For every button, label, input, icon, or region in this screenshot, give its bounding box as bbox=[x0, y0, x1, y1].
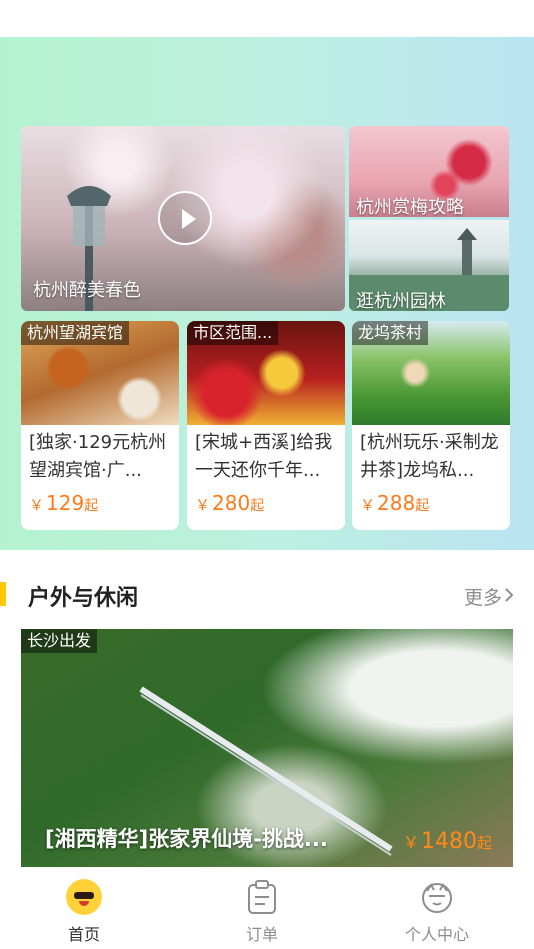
yen-symbol: ￥ bbox=[195, 496, 211, 514]
product-title: [独家·129元杭州望湖宾馆·广... bbox=[29, 432, 167, 481]
product-title: [杭州玩乐·采制龙井茶]龙坞私... bbox=[360, 432, 499, 481]
plum-guide-card[interactable]: 杭州赏梅攻略 bbox=[349, 126, 509, 217]
spring-caption: 杭州醉美春色 bbox=[33, 280, 141, 301]
play-video-button[interactable] bbox=[158, 191, 212, 245]
garden-caption: 逛杭州园林 bbox=[356, 291, 446, 311]
product-tag: 市区范围... bbox=[187, 321, 279, 345]
featured-price: ￥1480起 bbox=[403, 829, 492, 854]
product-title: [宋城+西溪]给我一天还你千年... bbox=[195, 432, 333, 481]
section-title: 户外与休闲 bbox=[28, 586, 139, 611]
departure-tag: 长沙出发 bbox=[21, 629, 98, 653]
price-suffix: 起 bbox=[250, 498, 265, 514]
more-link[interactable]: 更多 bbox=[464, 583, 514, 610]
featured-title: [湘西精华]张家界仙境-挑战... bbox=[45, 827, 328, 851]
orders-icon bbox=[244, 879, 280, 915]
yen-symbol: ￥ bbox=[360, 496, 376, 514]
home-page: 杭州醉美春色 杭州赏梅攻略 逛杭州园林 杭州望湖宾馆 [独家·129元杭州望湖宾… bbox=[0, 0, 534, 949]
price-value: 129 bbox=[46, 491, 85, 515]
price-suffix: 起 bbox=[84, 498, 99, 514]
more-label: 更多 bbox=[463, 587, 502, 609]
tab-orders-label: 订单 bbox=[245, 925, 278, 944]
price-suffix: 起 bbox=[477, 834, 493, 852]
product-tag: 杭州望湖宾馆 bbox=[21, 321, 130, 345]
tab-home-label: 首页 bbox=[67, 925, 100, 944]
plum-caption: 杭州赏梅攻略 bbox=[356, 197, 464, 217]
yen-symbol: ￥ bbox=[403, 833, 420, 852]
product-price: ￥ 129起 bbox=[29, 491, 98, 515]
product-tag: 龙坞茶村 bbox=[352, 321, 429, 345]
price-value: 280 bbox=[212, 491, 251, 515]
price-suffix: 起 bbox=[415, 498, 430, 514]
yen-symbol: ￥ bbox=[29, 496, 45, 514]
featured-trip-card[interactable]: 长沙出发 [湘西精华]张家界仙境-挑战... ￥1480起 bbox=[21, 629, 513, 867]
tab-orders[interactable]: 订单 bbox=[212, 875, 312, 947]
product-card[interactable]: 杭州望湖宾馆 [独家·129元杭州望湖宾馆·广... ￥ 129起 bbox=[21, 321, 179, 530]
section-accent-bar bbox=[0, 582, 6, 606]
price-value: 1480 bbox=[421, 829, 478, 854]
price-value: 288 bbox=[377, 491, 416, 515]
product-price: ￥ 280起 bbox=[195, 491, 264, 515]
chevron-right-icon bbox=[504, 586, 514, 608]
product-price: ￥ 288起 bbox=[360, 491, 429, 515]
product-card[interactable]: 市区范围... [宋城+西溪]给我一天还你千年... ￥ 280起 bbox=[187, 321, 345, 530]
product-card[interactable]: 龙坞茶村 [杭州玩乐·采制龙井茶]龙坞私... ￥ 288起 bbox=[352, 321, 510, 530]
home-mascot-icon bbox=[66, 879, 102, 915]
tab-home[interactable]: 首页 bbox=[34, 875, 134, 947]
tab-profile[interactable]: 个人中心 bbox=[387, 875, 487, 947]
bottom-tab-bar: 首页 订单 个人中心 bbox=[0, 867, 534, 949]
tab-profile-label: 个人中心 bbox=[404, 925, 469, 944]
spring-video-card[interactable]: 杭州醉美春色 bbox=[21, 126, 345, 311]
profile-icon bbox=[419, 879, 455, 915]
garden-card[interactable]: 逛杭州园林 bbox=[349, 220, 509, 311]
